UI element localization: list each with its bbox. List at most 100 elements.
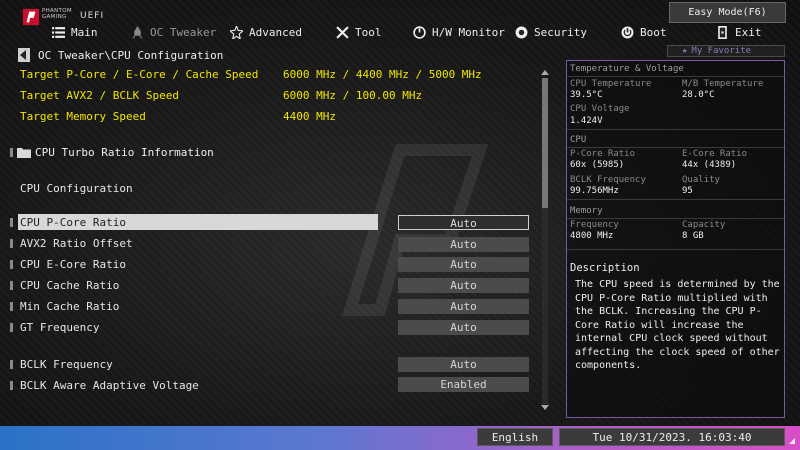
setting-label[interactable]: GT Frequency <box>20 321 99 334</box>
top-bar: PHANTOM GAMING UEFI Easy Mode(F6) Main O… <box>0 0 800 46</box>
cpu-voltage-label: CPU Voltage <box>570 104 630 114</box>
corner-triangle-icon <box>789 438 795 444</box>
target-value: 4400 MHz <box>283 110 336 123</box>
pcore-ratio-value: 60x (5985) <box>570 160 625 170</box>
tab-label: Security <box>534 25 587 39</box>
pcore-ratio-label: P-Core Ratio <box>570 149 636 159</box>
brand-text: PHANTOM GAMING <box>42 8 72 20</box>
setting-value-field[interactable]: Auto <box>398 237 529 252</box>
setting-value-field[interactable]: Auto <box>398 357 529 372</box>
cpu-temp-label: CPU Temperature <box>570 79 652 89</box>
ecore-ratio-label: E-Core Ratio <box>682 149 748 159</box>
shield-icon <box>515 26 528 38</box>
setting-label[interactable]: CPU P-Core Ratio <box>20 216 126 229</box>
tab-oc-tweaker[interactable]: OC Tweaker <box>131 22 216 42</box>
exit-icon <box>718 25 727 39</box>
tab-label: Advanced <box>249 25 302 39</box>
tab-label: H/W Monitor <box>432 25 505 39</box>
tab-main[interactable]: Main <box>52 22 98 42</box>
bullet-marker <box>10 218 13 227</box>
easy-mode-button[interactable]: Easy Mode(F6) <box>669 2 786 23</box>
target-label: Target P-Core / E-Core / Cache Speed <box>20 68 259 81</box>
folder-label: CPU Turbo Ratio Information <box>35 146 214 159</box>
bullet-marker <box>10 281 13 290</box>
tab-hw-monitor[interactable]: H/W Monitor <box>413 22 505 42</box>
wrench-icon <box>336 25 349 39</box>
favorite-label: My Favorite <box>691 46 752 56</box>
back-arrow-icon <box>20 50 26 60</box>
breadcrumb-text: OC Tweaker\CPU Configuration <box>38 48 224 62</box>
setting-label[interactable]: CPU Cache Ratio <box>20 279 119 292</box>
tab-advanced[interactable]: Advanced <box>230 22 302 42</box>
target-label: Target Memory Speed <box>20 110 146 123</box>
language-button[interactable]: English <box>477 428 553 446</box>
section-title: CPU Configuration <box>20 182 133 195</box>
divider <box>567 218 784 219</box>
tab-label: Boot <box>640 25 667 39</box>
hw-monitor-panel: Temperature & Voltage CPU Temperature M/… <box>566 60 785 418</box>
setting-value-field[interactable]: Auto <box>398 320 529 335</box>
memory-header: Memory <box>570 206 603 216</box>
quality-value: 95 <box>682 186 693 196</box>
bclk-freq-value: 99.756MHz <box>570 186 619 196</box>
power-icon <box>621 26 634 38</box>
target-value: 6000 MHz / 100.00 MHz <box>283 89 423 102</box>
bullet-marker <box>10 323 13 332</box>
mem-capacity-value: 8 GB <box>682 231 704 241</box>
ecore-ratio-value: 44x (4389) <box>682 160 737 170</box>
cpu-voltage-value: 1.424V <box>570 116 603 126</box>
target-label: Target AVX2 / BCLK Speed <box>20 89 179 102</box>
scroll-up-arrow-icon[interactable] <box>541 70 549 75</box>
scroll-down-arrow-icon[interactable] <box>541 405 549 410</box>
setting-label[interactable]: CPU E-Core Ratio <box>20 258 126 271</box>
mem-frequency-value: 4800 MHz <box>570 231 614 241</box>
status-bar: English Tue 10/31/2023. 16:03:40 <box>0 426 800 450</box>
mem-frequency-label: Frequency <box>570 220 619 230</box>
rocket-icon <box>132 25 143 39</box>
tab-label: Exit <box>735 25 762 39</box>
tab-security[interactable]: Security <box>515 22 587 42</box>
setting-label[interactable]: BCLK Aware Adaptive Voltage <box>20 379 199 392</box>
list-icon <box>52 26 65 38</box>
bullet-marker <box>10 260 13 269</box>
setting-value-field[interactable]: Auto <box>398 278 529 293</box>
monitor-icon <box>413 25 426 39</box>
tab-exit[interactable]: Exit <box>716 22 762 42</box>
scroll-thumb[interactable] <box>542 78 548 208</box>
divider <box>567 76 784 77</box>
quality-label: Quality <box>682 175 720 185</box>
target-value: 6000 MHz / 4400 MHz / 5000 MHz <box>283 68 482 81</box>
tab-label: OC Tweaker <box>150 25 217 39</box>
bullet-marker <box>10 148 13 157</box>
star-icon: ★ <box>682 46 688 56</box>
setting-value-field[interactable]: Auto <box>398 257 529 272</box>
tab-boot[interactable]: Boot <box>621 22 667 42</box>
tab-tool[interactable]: Tool <box>336 22 382 42</box>
star-icon <box>230 25 243 39</box>
mem-capacity-label: Capacity <box>682 220 726 230</box>
setting-value-field[interactable]: Enabled <box>398 377 529 392</box>
my-favorite-button[interactable]: ★ My Favorite <box>667 45 785 57</box>
cpu-temp-value: 39.5°C <box>570 90 603 100</box>
tab-label: Tool <box>355 25 382 39</box>
bullet-marker <box>10 239 13 248</box>
divider <box>567 147 784 148</box>
divider <box>567 129 784 130</box>
divider <box>567 199 784 200</box>
bullet-marker <box>10 360 13 369</box>
setting-label[interactable]: Min Cache Ratio <box>20 300 119 313</box>
bullet-marker <box>10 381 13 390</box>
scrollbar[interactable] <box>540 70 550 410</box>
breadcrumb: OC Tweaker\CPU Configuration <box>18 48 223 62</box>
back-button[interactable] <box>18 48 30 62</box>
setting-value-field[interactable]: Auto <box>398 299 529 314</box>
cpu-turbo-ratio-item[interactable]: CPU Turbo Ratio Information <box>10 146 214 159</box>
description-text: The CPU speed is determined by the CPU P… <box>575 279 780 371</box>
tab-bar: Main OC Tweaker Advanced Tool H/W Monito… <box>0 22 800 42</box>
setting-value-field[interactable]: Auto <box>398 215 529 230</box>
setting-label[interactable]: AVX2 Ratio Offset <box>20 237 133 250</box>
setting-label[interactable]: BCLK Frequency <box>20 358 113 371</box>
datetime-display[interactable]: Tue 10/31/2023. 16:03:40 <box>559 428 785 446</box>
description-header: Description <box>570 262 640 274</box>
folder-icon <box>17 148 31 158</box>
